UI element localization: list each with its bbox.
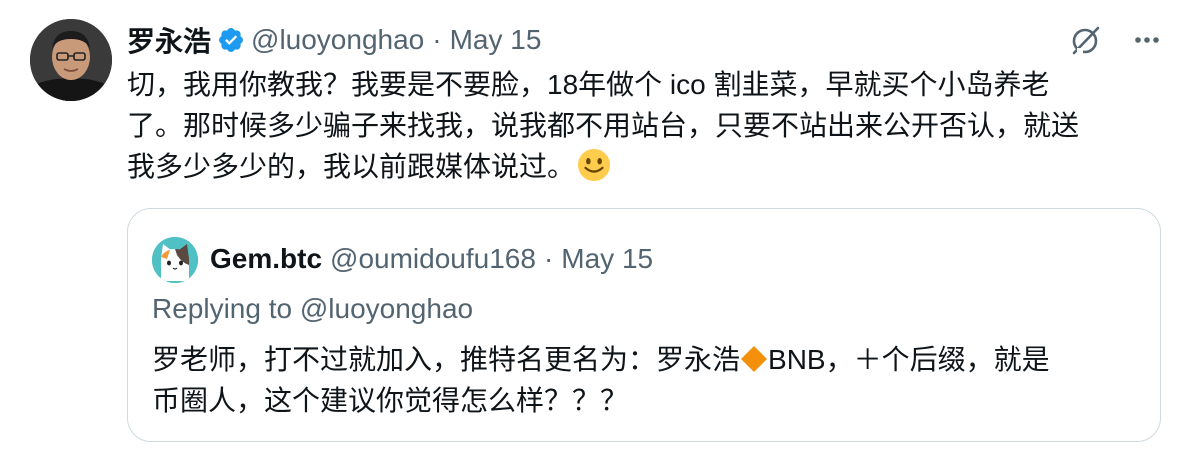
quoted-tweet-header: Gem.btc @oumidoufu168 · May 15 bbox=[210, 241, 653, 277]
tweet-text: 切，我用你教我？我要是不要脸，18年做个 ico 割韭菜，早就买个小岛养老 了。… bbox=[127, 64, 1157, 187]
slightly-smiling-face-icon bbox=[577, 148, 611, 182]
quoted-author-avatar[interactable] bbox=[152, 237, 198, 283]
more-icon[interactable] bbox=[1130, 23, 1164, 57]
author-handle[interactable]: @luoyonghao bbox=[251, 24, 424, 56]
verified-badge-icon bbox=[219, 28, 243, 52]
orange-diamond-icon bbox=[741, 346, 768, 372]
quoted-text-part-1: 罗老师，打不过就加入，推特名更名为：罗永浩 bbox=[152, 344, 741, 375]
author-name[interactable]: 罗永浩 bbox=[127, 20, 211, 60]
author-avatar[interactable] bbox=[30, 19, 112, 101]
tweet-date[interactable]: May 15 bbox=[450, 24, 542, 56]
author-avatar-image bbox=[30, 19, 112, 101]
replying-to: Replying to @luoyonghao bbox=[152, 293, 474, 324]
separator-dot: · bbox=[432, 24, 442, 55]
separator-dot: · bbox=[543, 243, 554, 274]
quoted-author-handle[interactable]: @oumidoufu168 bbox=[330, 243, 536, 275]
tweet-actions bbox=[1068, 22, 1164, 58]
quoted-author-name[interactable]: Gem.btc bbox=[210, 243, 322, 275]
quoted-tweet-date[interactable]: May 15 bbox=[561, 243, 653, 275]
tweet-header: 罗永浩 @luoyonghao · May 15 bbox=[127, 22, 541, 58]
grok-icon[interactable] bbox=[1068, 22, 1104, 58]
quoted-tweet-text: 罗老师，打不过就加入，推特名更名为：罗永浩 BNB，＋个后缀，就是 币圈人，这个… bbox=[152, 339, 1142, 421]
cat-avatar-image bbox=[152, 237, 198, 283]
quoted-tweet[interactable]: Gem.btc @oumidoufu168 · May 15 Replying … bbox=[127, 208, 1161, 442]
